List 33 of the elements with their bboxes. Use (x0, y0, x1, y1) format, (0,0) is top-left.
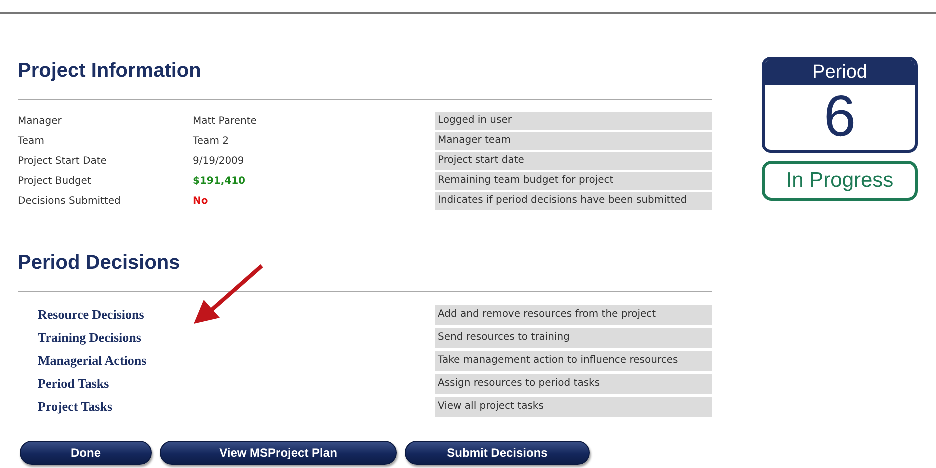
decision-description: Add and remove resources from the project (435, 305, 712, 325)
field-description: Logged in user (435, 112, 712, 130)
field-value: 9/19/2009 (193, 156, 246, 166)
decision-link[interactable]: Training Decisions (18, 330, 435, 346)
field-label: Project Budget (18, 176, 92, 186)
field-value: No (193, 196, 210, 206)
decision-description: Assign resources to period tasks (435, 374, 712, 394)
decision-description: View all project tasks (435, 397, 712, 417)
field-label: Team (18, 136, 46, 146)
decision-description: Send resources to training (435, 328, 712, 348)
action-button[interactable]: Submit Decisions (405, 441, 590, 465)
decision-link[interactable]: Resource Decisions (18, 307, 435, 323)
field-value: Team 2 (193, 136, 230, 146)
decision-link[interactable]: Managerial Actions (18, 353, 435, 369)
action-button[interactable]: View MSProject Plan (160, 441, 397, 465)
field-description: Manager team (435, 132, 712, 150)
field-value: Matt Parente (193, 116, 258, 126)
action-button[interactable]: Done (20, 441, 152, 465)
section-title: Project Information (18, 60, 202, 84)
decision-description: Take management action to influence resources (435, 351, 712, 371)
field-description: Project start date (435, 152, 712, 170)
field-value: $191,410 (193, 176, 247, 186)
status-badge: In Progress (762, 161, 918, 201)
period-number: 6 (822, 85, 858, 149)
field-label: Project Start Date (18, 156, 108, 166)
decision-link[interactable]: Period Tasks (18, 376, 435, 392)
section-title: Period Decisions (18, 252, 182, 276)
field-description: Indicates if period decisions have been submitted (435, 192, 712, 210)
decision-link[interactable]: Project Tasks (18, 399, 435, 415)
field-label: Decisions Submitted (18, 196, 122, 206)
field-description: Remaining team budget for project (435, 172, 712, 190)
field-label: Manager (18, 116, 63, 126)
period-label: Period (765, 60, 915, 85)
